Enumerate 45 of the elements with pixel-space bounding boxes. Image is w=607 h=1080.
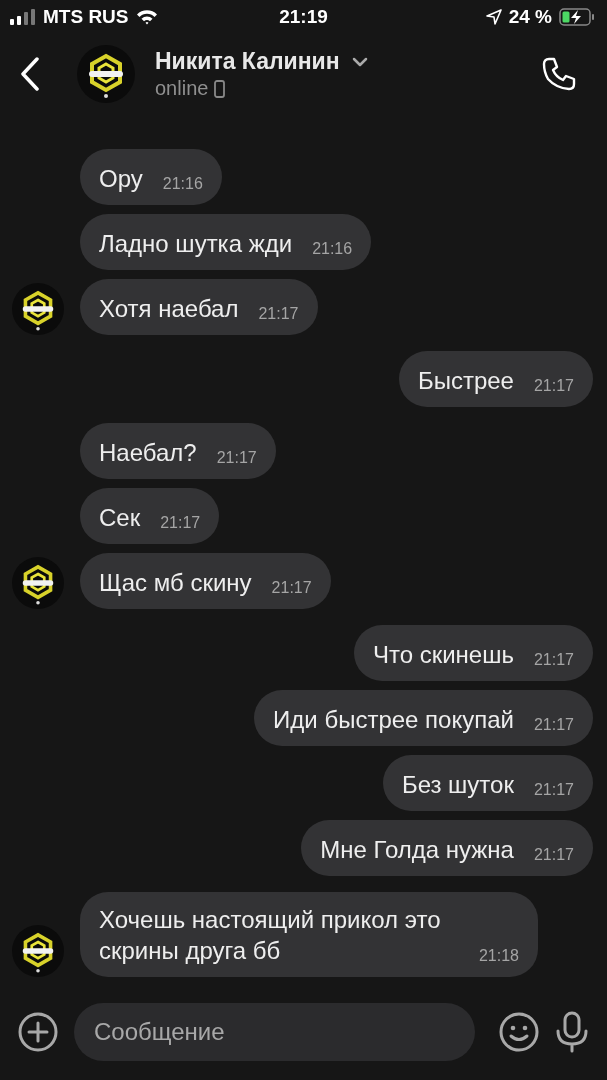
microphone-icon[interactable]	[555, 1010, 589, 1053]
message-time: 21:17	[258, 305, 299, 324]
message-time: 21:17	[533, 846, 574, 865]
back-chevron-icon[interactable]	[20, 57, 40, 91]
carrier-name: MTS RUS	[43, 6, 129, 28]
message-text: Сек	[99, 503, 141, 533]
message-text: Быстрее	[417, 366, 514, 396]
message-time: 21:17	[533, 716, 574, 735]
message-text: Хочешь настоящий прикол это скрины друга бб	[99, 905, 442, 966]
emoji-icon[interactable]	[499, 1011, 539, 1052]
message-text: Щас мб скину	[99, 568, 252, 598]
battery-charging-icon	[559, 8, 595, 26]
message-time: 21:17	[533, 377, 574, 396]
message-text: Иди быстрее покупай	[273, 705, 514, 735]
signal-icon	[10, 9, 36, 25]
battery-percent: 24 %	[508, 6, 552, 28]
avatar-icon[interactable]	[12, 283, 64, 335]
message-time: 21:16	[312, 240, 353, 259]
call-icon[interactable]	[541, 56, 577, 92]
avatar-icon[interactable]	[12, 925, 64, 977]
phone-device-icon	[214, 79, 226, 98]
message-input-field[interactable]: Сообщение	[74, 1002, 475, 1061]
wifi-icon	[135, 9, 158, 25]
contact-name[interactable]: Никита Калинин	[155, 48, 340, 75]
message-time: 21:17	[271, 579, 312, 598]
message-text: Мне Голда нужна	[320, 835, 514, 865]
add-icon[interactable]	[18, 1011, 58, 1052]
message-text: Ладно шутка жди	[99, 229, 293, 259]
avatar-icon[interactable]	[12, 557, 64, 609]
avatar-icon[interactable]	[77, 45, 135, 103]
message-time: 21:18	[478, 947, 519, 966]
presence-status: online	[155, 77, 209, 100]
clock-time: 21:19	[279, 6, 328, 28]
message-text: Хотя наебал	[99, 294, 239, 324]
message-time: 21:17	[216, 449, 257, 468]
message-text: Без шуток	[401, 770, 514, 800]
chevron-down-icon[interactable]	[351, 56, 368, 67]
message-text: Что скинешь	[372, 640, 514, 670]
message-text: Ору	[99, 164, 143, 194]
message-time: 21:16	[162, 175, 203, 194]
message-time: 21:17	[533, 781, 574, 800]
message-time: 21:17	[160, 514, 201, 533]
message-time: 21:17	[533, 651, 574, 670]
location-arrow-icon	[485, 9, 502, 25]
message-text: Наебал?	[99, 438, 197, 468]
